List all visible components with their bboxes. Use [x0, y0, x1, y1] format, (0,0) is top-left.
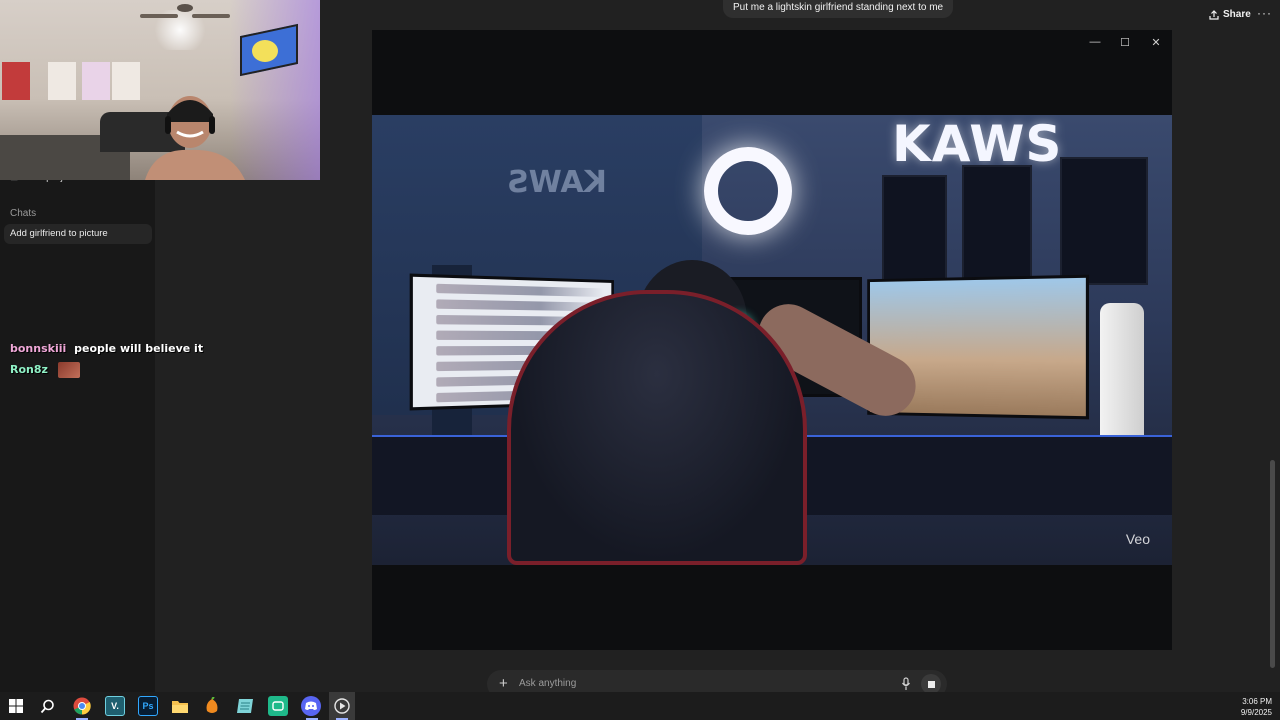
stop-button[interactable]: [921, 674, 941, 694]
chat-username: bonnskiii: [10, 342, 67, 355]
generated-video[interactable]: KAWS KAWS Veo: [372, 115, 1172, 565]
chat-emote-image: [57, 362, 80, 378]
streamer: [145, 96, 245, 180]
app-window: ⊡ New project Chats Add girlfriend to pi…: [0, 0, 1280, 720]
share-icon: [1209, 9, 1219, 20]
ask-input[interactable]: Ask anything: [519, 678, 576, 689]
scrollbar[interactable]: [1270, 460, 1275, 668]
tv-emoji: [252, 40, 278, 62]
capcut-icon: [272, 701, 284, 711]
photoshop-icon: Ps: [142, 701, 154, 711]
video-viewer: — ☐ ✕ KAWS KAWS Veo: [372, 30, 1172, 650]
discord-icon: [305, 701, 317, 710]
search-icon: [40, 699, 54, 713]
wall-art: [48, 62, 76, 100]
notes-icon: [237, 699, 253, 713]
chat-text: people will believe it: [74, 342, 204, 355]
close-icon: ✕: [1151, 36, 1161, 49]
minimize-icon: —: [1089, 36, 1101, 48]
maximize-icon: ☐: [1120, 36, 1130, 49]
add-attachment-button[interactable]: +: [499, 675, 508, 692]
search-button[interactable]: [37, 696, 57, 716]
clock-time: 3:06 PM: [1242, 697, 1272, 706]
maximize-button[interactable]: ☐: [1114, 34, 1136, 50]
minimize-button[interactable]: —: [1084, 34, 1106, 50]
capcut-button[interactable]: [268, 696, 288, 716]
chat-username: Ron8z: [10, 363, 48, 376]
wall-art: [82, 62, 110, 100]
stop-icon: [927, 680, 935, 688]
ceiling-fan: [140, 4, 230, 18]
plus-icon: +: [499, 675, 508, 692]
stream-chat-message: Ron8z: [10, 362, 80, 378]
photoshop-button[interactable]: Ps: [138, 696, 158, 716]
play-icon: [334, 698, 350, 714]
share-label: Share: [1223, 9, 1251, 20]
windows-icon: [9, 699, 23, 713]
share-button[interactable]: Share: [1209, 9, 1251, 20]
taskbar: V. Ps: [0, 692, 1280, 720]
media-player-button[interactable]: [332, 696, 352, 716]
chats-heading: Chats: [10, 208, 37, 219]
windows-start-button[interactable]: [6, 696, 26, 716]
close-button[interactable]: ✕: [1145, 34, 1167, 50]
microphone-icon[interactable]: [901, 677, 911, 691]
chrome-button[interactable]: [72, 696, 92, 716]
chrome-icon: [73, 697, 91, 715]
folder-icon: [172, 701, 188, 713]
more-options-button[interactable]: ···: [1257, 6, 1272, 20]
video-gaming-chair: [507, 290, 807, 565]
discord-button[interactable]: [301, 696, 321, 716]
system-clock[interactable]: 3:06 PM 9/9/2025: [1241, 696, 1272, 718]
video-sign-small: KAWS: [507, 165, 607, 200]
chat-item[interactable]: Add girlfriend to picture: [4, 224, 152, 244]
veo-watermark: Veo: [1125, 531, 1150, 547]
file-explorer-button[interactable]: [170, 696, 190, 716]
notes-button[interactable]: [235, 696, 255, 716]
vegas-button[interactable]: V.: [105, 696, 125, 716]
fruit-icon: [206, 697, 218, 713]
vegas-icon: V.: [111, 701, 119, 711]
clock-date: 9/9/2025: [1240, 708, 1272, 717]
video-poster: [962, 165, 1032, 285]
webcam-overlay: [0, 0, 320, 180]
fl-studio-button[interactable]: [202, 696, 222, 716]
video-ring-light: [704, 147, 792, 235]
wall-art: [112, 62, 140, 100]
video-poster: [1060, 157, 1148, 285]
prompt-bubble: Put me a lightskin girlfriend standing n…: [723, 0, 954, 18]
wall-art: [2, 62, 30, 100]
stream-chat-message: bonnskiii people will believe it: [10, 342, 203, 355]
